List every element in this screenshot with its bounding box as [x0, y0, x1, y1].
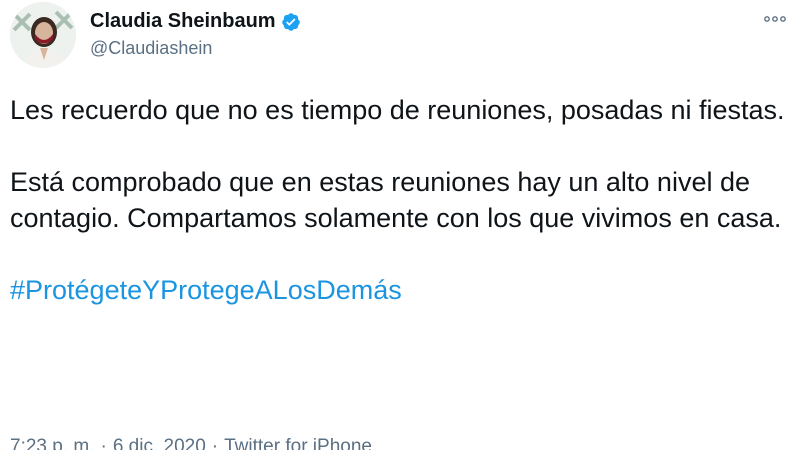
tweet-paragraph: Les recuerdo que no es tiempo de reunion… — [10, 95, 785, 125]
author-handle[interactable]: @Claudiashein — [90, 38, 212, 59]
author-name-row: Claudia Sheinbaum — [90, 10, 301, 33]
more-options-button[interactable] — [762, 8, 788, 30]
meta-separator: · — [211, 436, 219, 450]
avatar[interactable] — [10, 2, 76, 68]
tweet-source[interactable]: Twitter for iPhone — [224, 436, 372, 450]
tweet-card: Claudia Sheinbaum @Claudiashein Les recu… — [0, 0, 800, 450]
meta-separator: · — [100, 436, 107, 450]
tweet-date[interactable]: 6 dic. 2020 — [113, 436, 206, 450]
author-display-name[interactable]: Claudia Sheinbaum — [90, 10, 276, 33]
tweet-metadata: 7:23 p. m. · 6 dic. 2020 · Twitter for iPhon… — [10, 436, 372, 450]
tweet-paragraph: Está comprobado que en estas reuniones h… — [10, 167, 782, 233]
avatar-image — [10, 2, 76, 68]
more-dots-icon — [764, 16, 786, 22]
hashtag-link[interactable]: #ProtégeteYProtegeALosDemás — [10, 272, 790, 308]
tweet-text: Les recuerdo que no es tiempo de reunion… — [10, 92, 790, 308]
tweet-time[interactable]: 7:23 p. m. — [10, 436, 95, 450]
verified-badge-icon — [281, 12, 301, 32]
